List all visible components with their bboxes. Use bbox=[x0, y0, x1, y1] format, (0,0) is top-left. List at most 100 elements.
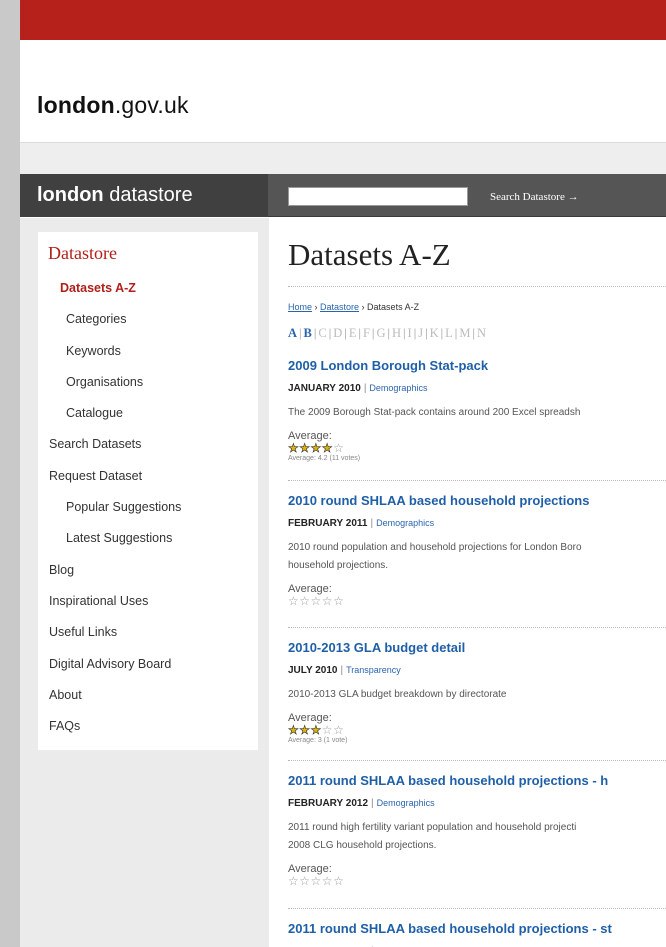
rating-votes: Average: 4.2 (11 votes) bbox=[288, 455, 361, 462]
description-line: 2008 CLG household projections. bbox=[288, 840, 437, 851]
sidebar-item-keywords[interactable]: Keywords bbox=[38, 342, 258, 373]
star-empty-icon[interactable]: ☆ bbox=[322, 594, 333, 608]
star-empty-icon[interactable]: ☆ bbox=[299, 594, 310, 608]
letter-link-n[interactable]: N bbox=[477, 326, 486, 340]
sidebar-title: Datastore bbox=[48, 243, 117, 263]
sidebar-item-faqs[interactable]: FAQs bbox=[38, 717, 258, 748]
dataset-category-link[interactable]: Demographics bbox=[376, 518, 434, 528]
letter-link-m[interactable]: M bbox=[459, 326, 470, 340]
average-rating-label: Average: bbox=[288, 863, 332, 875]
header: london.gov.uk bbox=[20, 40, 666, 142]
datastore-brand[interactable]: london datastore bbox=[20, 174, 268, 217]
sidebar-item-request-dataset[interactable]: Request Dataset bbox=[38, 467, 258, 498]
sidebar-item-digital-advisory-board[interactable]: Digital Advisory Board bbox=[38, 655, 258, 686]
description-line: The 2009 Borough Stat-pack contains arou… bbox=[288, 407, 581, 418]
star-empty-icon[interactable]: ☆ bbox=[333, 723, 344, 737]
star-empty-icon[interactable]: ☆ bbox=[288, 874, 299, 888]
letter-link-h[interactable]: H bbox=[392, 326, 401, 340]
letter-link-c[interactable]: C bbox=[318, 326, 326, 340]
star-filled-icon[interactable]: ★ bbox=[288, 723, 299, 737]
sidebar-item-latest-suggestions[interactable]: Latest Suggestions bbox=[38, 529, 258, 560]
star-empty-icon[interactable]: ☆ bbox=[311, 874, 322, 888]
meta-separator: | bbox=[371, 798, 374, 809]
header-strip bbox=[20, 142, 666, 174]
star-rating[interactable]: ☆☆☆☆☆ bbox=[288, 875, 666, 888]
star-empty-icon[interactable]: ☆ bbox=[322, 874, 333, 888]
star-rating[interactable]: ★★★☆☆ bbox=[288, 723, 666, 737]
sidebar-item-catalogue[interactable]: Catalogue bbox=[38, 404, 258, 435]
dataset-description: 2010 round population and household proj… bbox=[288, 539, 666, 575]
sidebar-item-about[interactable]: About bbox=[38, 686, 258, 717]
letter-link-k[interactable]: K bbox=[430, 326, 439, 340]
meta-separator: | bbox=[340, 665, 344, 676]
star-empty-icon[interactable]: ☆ bbox=[333, 594, 344, 608]
dataset-title-link[interactable]: 2010-2013 GLA budget detail bbox=[288, 640, 666, 655]
sidebar-item-blog[interactable]: Blog bbox=[38, 561, 258, 592]
breadcrumb-datastore-link[interactable]: Datastore bbox=[320, 302, 359, 312]
star-filled-icon[interactable]: ★ bbox=[288, 441, 299, 455]
breadcrumb-separator: › bbox=[359, 302, 368, 312]
dataset-date: JULY 2010 bbox=[288, 665, 338, 676]
letter-link-f[interactable]: F bbox=[363, 326, 370, 340]
average-rating-label: Average: bbox=[288, 430, 332, 442]
star-empty-icon[interactable]: ☆ bbox=[322, 723, 333, 737]
star-rating[interactable]: ☆☆☆☆☆ bbox=[288, 595, 666, 608]
star-filled-icon[interactable]: ★ bbox=[299, 441, 310, 455]
dataset-item: 2011 round SHLAA based household project… bbox=[288, 761, 666, 908]
brand-bold-text: london bbox=[37, 184, 104, 206]
dataset-meta: FEBRUARY 2011 | Demographics bbox=[288, 518, 666, 529]
title-divider bbox=[288, 286, 666, 287]
dataset-item: 2009 London Borough Stat-pack JANUARY 201… bbox=[288, 346, 666, 480]
sidebar-item-popular-suggestions[interactable]: Popular Suggestions bbox=[38, 498, 258, 529]
brand-rest-text: datastore bbox=[103, 184, 193, 206]
page: london.gov.uk london datastore Search Da… bbox=[20, 0, 666, 947]
dataset-title-link[interactable]: 2011 round SHLAA based household project… bbox=[288, 773, 666, 788]
star-filled-icon[interactable]: ★ bbox=[299, 723, 310, 737]
sidebar-item-inspirational-uses[interactable]: Inspirational Uses bbox=[38, 592, 258, 623]
star-empty-icon[interactable]: ☆ bbox=[299, 874, 310, 888]
search-input[interactable] bbox=[288, 187, 468, 206]
breadcrumb-home-link[interactable]: Home bbox=[288, 302, 312, 312]
dataset-category-link[interactable]: Demographics bbox=[377, 798, 435, 808]
average-rating-label: Average: bbox=[288, 712, 332, 724]
top-red-bar bbox=[20, 0, 666, 40]
star-empty-icon[interactable]: ☆ bbox=[333, 874, 344, 888]
dataset-title-link[interactable]: 2009 London Borough Stat-pack bbox=[288, 358, 666, 373]
dataset-title-link[interactable]: 2011 round SHLAA based household project… bbox=[288, 921, 666, 936]
main-content: Datasets A-Z Home › Datastore › Datasets… bbox=[269, 218, 666, 947]
dataset-item: 2011 round SHLAA based household project… bbox=[288, 909, 666, 947]
letter-link-a[interactable]: A bbox=[288, 326, 297, 340]
star-empty-icon[interactable]: ☆ bbox=[333, 441, 344, 455]
star-filled-icon[interactable]: ★ bbox=[310, 441, 322, 455]
star-rating[interactable]: ★★★★☆ bbox=[288, 441, 666, 455]
letter-link-b[interactable]: B bbox=[304, 326, 312, 340]
dataset-description: 2010-2013 GLA budget breakdown by direct… bbox=[288, 686, 666, 704]
description-line: 2010-2013 GLA budget breakdown by direct… bbox=[288, 689, 507, 700]
sidebar-item-datasets-a-z[interactable]: Datasets A-Z bbox=[38, 279, 258, 310]
dataset-date: FEBRUARY 2011 bbox=[288, 518, 368, 529]
site-logo[interactable]: london.gov.uk bbox=[37, 92, 189, 119]
sidebar-item-search-datasets[interactable]: Search Datasets bbox=[38, 435, 258, 466]
search-datastore-button[interactable]: Search Datastore → bbox=[490, 186, 579, 208]
letter-link-l[interactable]: L bbox=[445, 326, 453, 340]
dataset-category-link[interactable]: Demographics bbox=[369, 383, 427, 393]
dataset-date: JANUARY 2010 bbox=[288, 383, 361, 394]
dataset-item: 2010 round SHLAA based household project… bbox=[288, 481, 666, 627]
star-filled-icon[interactable]: ★ bbox=[321, 441, 333, 455]
star-empty-icon[interactable]: ☆ bbox=[288, 594, 299, 608]
sidebar-item-organisations[interactable]: Organisations bbox=[38, 373, 258, 404]
description-line: household projections. bbox=[288, 560, 389, 571]
letter-link-d[interactable]: D bbox=[333, 326, 342, 340]
sidebar-item-categories[interactable]: Categories bbox=[38, 310, 258, 341]
dataset-list: 2009 London Borough Stat-pack JANUARY 201… bbox=[288, 346, 666, 947]
sidebar-item-useful-links[interactable]: Useful Links bbox=[38, 623, 258, 654]
breadcrumb-current: Datasets A-Z bbox=[367, 302, 420, 312]
breadcrumb: Home › Datastore › Datasets A-Z bbox=[288, 302, 666, 312]
average-rating-label: Average: bbox=[288, 583, 332, 595]
dataset-category-link[interactable]: Transparency bbox=[346, 665, 401, 675]
sidebar-column: Datastore Datasets A-Z Categories Keywor… bbox=[20, 218, 269, 947]
star-filled-icon[interactable]: ★ bbox=[310, 723, 322, 737]
logo-bold-text: london bbox=[37, 92, 115, 118]
star-empty-icon[interactable]: ☆ bbox=[311, 594, 322, 608]
dataset-title-link[interactable]: 2010 round SHLAA based household project… bbox=[288, 493, 666, 508]
